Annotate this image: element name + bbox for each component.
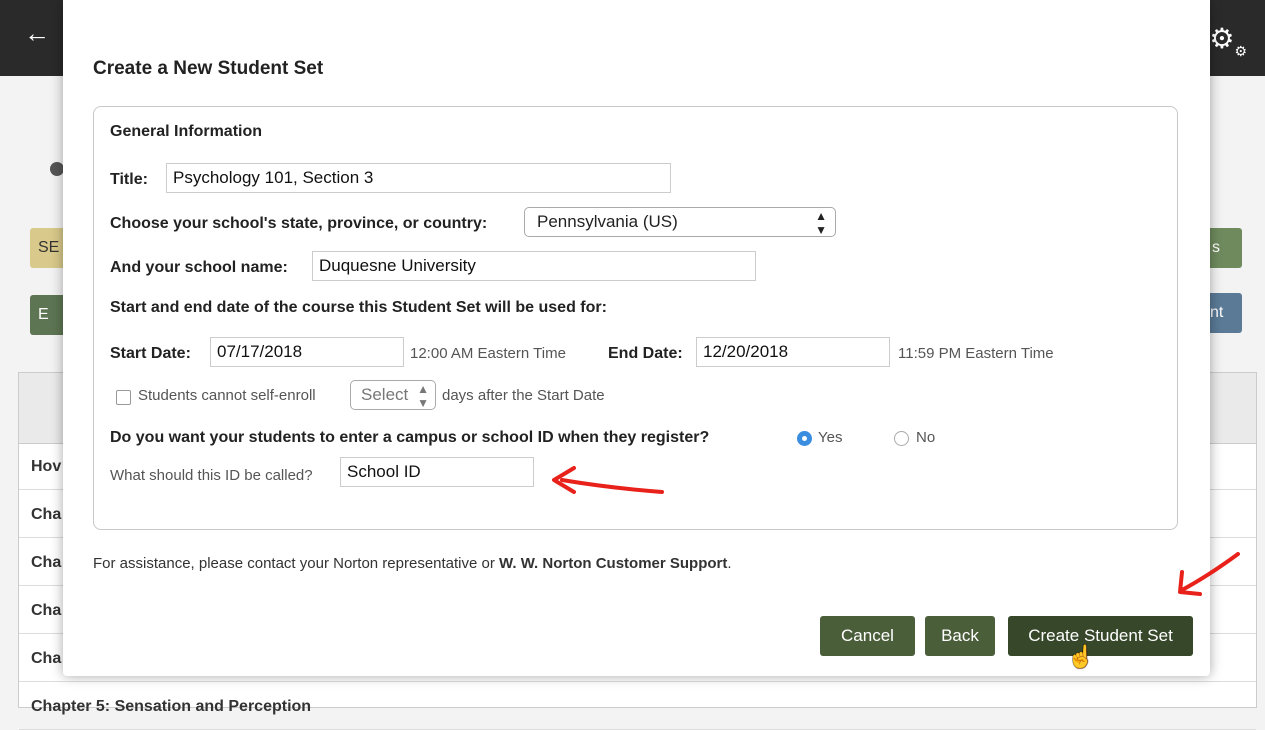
id-name-input[interactable]: School ID — [340, 457, 534, 487]
select-arrows-icon: ▲ ▼ — [417, 382, 429, 410]
create-student-set-modal: Create a New Student Set General Informa… — [63, 0, 1210, 676]
modal-title: Create a New Student Set — [93, 58, 324, 79]
start-time-text: 12:00 AM Eastern Time — [410, 345, 566, 362]
assistance-end: . — [727, 555, 732, 572]
title-label: Title: — [110, 171, 148, 188]
state-label: Choose your school's state, province, or… — [110, 215, 488, 232]
hand-cursor-icon: ☝ — [1067, 644, 1095, 669]
self-enroll-select-value: Select — [361, 385, 409, 404]
end-time-text: 11:59 PM Eastern Time — [898, 345, 1054, 362]
state-select-value: Pennsylvania (US) — [537, 212, 678, 231]
assistance-text: For assistance, please contact your Nort… — [93, 555, 732, 572]
assistance-prefix: For assistance, please contact your Nort… — [93, 555, 500, 572]
self-enroll-days-select[interactable]: Select ▲ ▼ — [350, 380, 436, 410]
section-title: General Information — [110, 123, 263, 140]
school-name-input[interactable]: Duquesne University — [312, 251, 756, 281]
self-enroll-suffix: days after the Start Date — [442, 387, 605, 404]
create-student-set-button[interactable]: Create Student Set — [1008, 616, 1193, 656]
table-row[interactable]: Chapter 5: Sensation and Perception — [19, 683, 1256, 730]
id-name-label: What should this ID be called? — [110, 467, 313, 484]
self-enroll-checkbox[interactable] — [116, 390, 131, 405]
select-arrows-icon: ▲ ▼ — [815, 209, 827, 237]
cancel-button[interactable]: Cancel — [820, 616, 915, 656]
title-input[interactable]: Psychology 101, Section 3 — [166, 163, 671, 193]
id-yes-radio[interactable] — [797, 431, 812, 446]
self-enroll-label: Students cannot self-enroll — [138, 387, 316, 404]
school-id-question: Do you want your students to enter a cam… — [110, 429, 710, 446]
dates-heading: Start and end date of the course this St… — [110, 299, 607, 316]
end-date-label: End Date: — [608, 345, 683, 362]
school-label: And your school name: — [110, 259, 288, 276]
id-yes-label: Yes — [818, 429, 843, 446]
red-arrow-icon — [552, 466, 664, 494]
start-date-input[interactable]: 07/17/2018 — [210, 337, 404, 367]
id-no-label: No — [916, 429, 936, 446]
state-select[interactable]: Pennsylvania (US) ▲ ▼ — [524, 207, 836, 237]
id-no-radio[interactable] — [894, 431, 909, 446]
start-date-label: Start Date: — [110, 345, 191, 362]
support-link[interactable]: W. W. Norton Customer Support — [499, 555, 727, 572]
back-button[interactable]: Back — [925, 616, 995, 656]
back-arrow-icon[interactable]: ← — [24, 18, 50, 49]
red-arrow-icon — [1178, 552, 1240, 596]
gear-icon[interactable]: ⚙⚙ — [1209, 22, 1247, 59]
pin-icon — [50, 162, 64, 176]
end-date-input[interactable]: 12/20/2018 — [696, 337, 890, 367]
